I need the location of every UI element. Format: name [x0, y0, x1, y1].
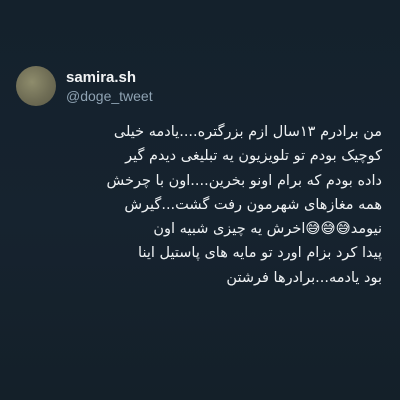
tweet-text-line: من برادرم ۱۳سال ازم بزرگتره....یادمه خیل…: [113, 124, 382, 140]
screen: samira.sh @doge_tweet من برادرم ۱۳سال از…: [0, 0, 400, 400]
tweet-text-line: پیدا کرد بزام اورد تو مایه های پاستیل ای…: [138, 245, 382, 262]
tweet-text-line: داده بودم که برام اونو بخرین....اون با چ…: [106, 172, 383, 189]
author-info: samira.sh @doge_tweet: [66, 68, 153, 105]
tweet-header: samira.sh @doge_tweet: [16, 60, 376, 112]
avatar[interactable]: [16, 66, 56, 106]
tweet-card[interactable]: samira.sh @doge_tweet من برادرم ۱۳سال از…: [0, 0, 400, 400]
tweet-text-line: نیومد😅😅😅اخرش یه چیزی شبیه اون: [153, 221, 382, 238]
tweet-text-line: کوچیک بودم تو تلویزیون یه تبلیغی دیدم گی…: [125, 148, 382, 165]
tweet-text-line: همه مغازهای شهرمون رفت گشت...گیرش: [124, 196, 382, 213]
tweet-text: من برادرم ۱۳سال ازم بزرگتره....یادمه خیل…: [20, 120, 383, 290]
tweet-text-line: بود یادمه...برادرها فرشتن: [226, 269, 382, 286]
user-handle[interactable]: @doge_tweet: [66, 87, 153, 105]
display-name[interactable]: samira.sh: [66, 68, 153, 87]
